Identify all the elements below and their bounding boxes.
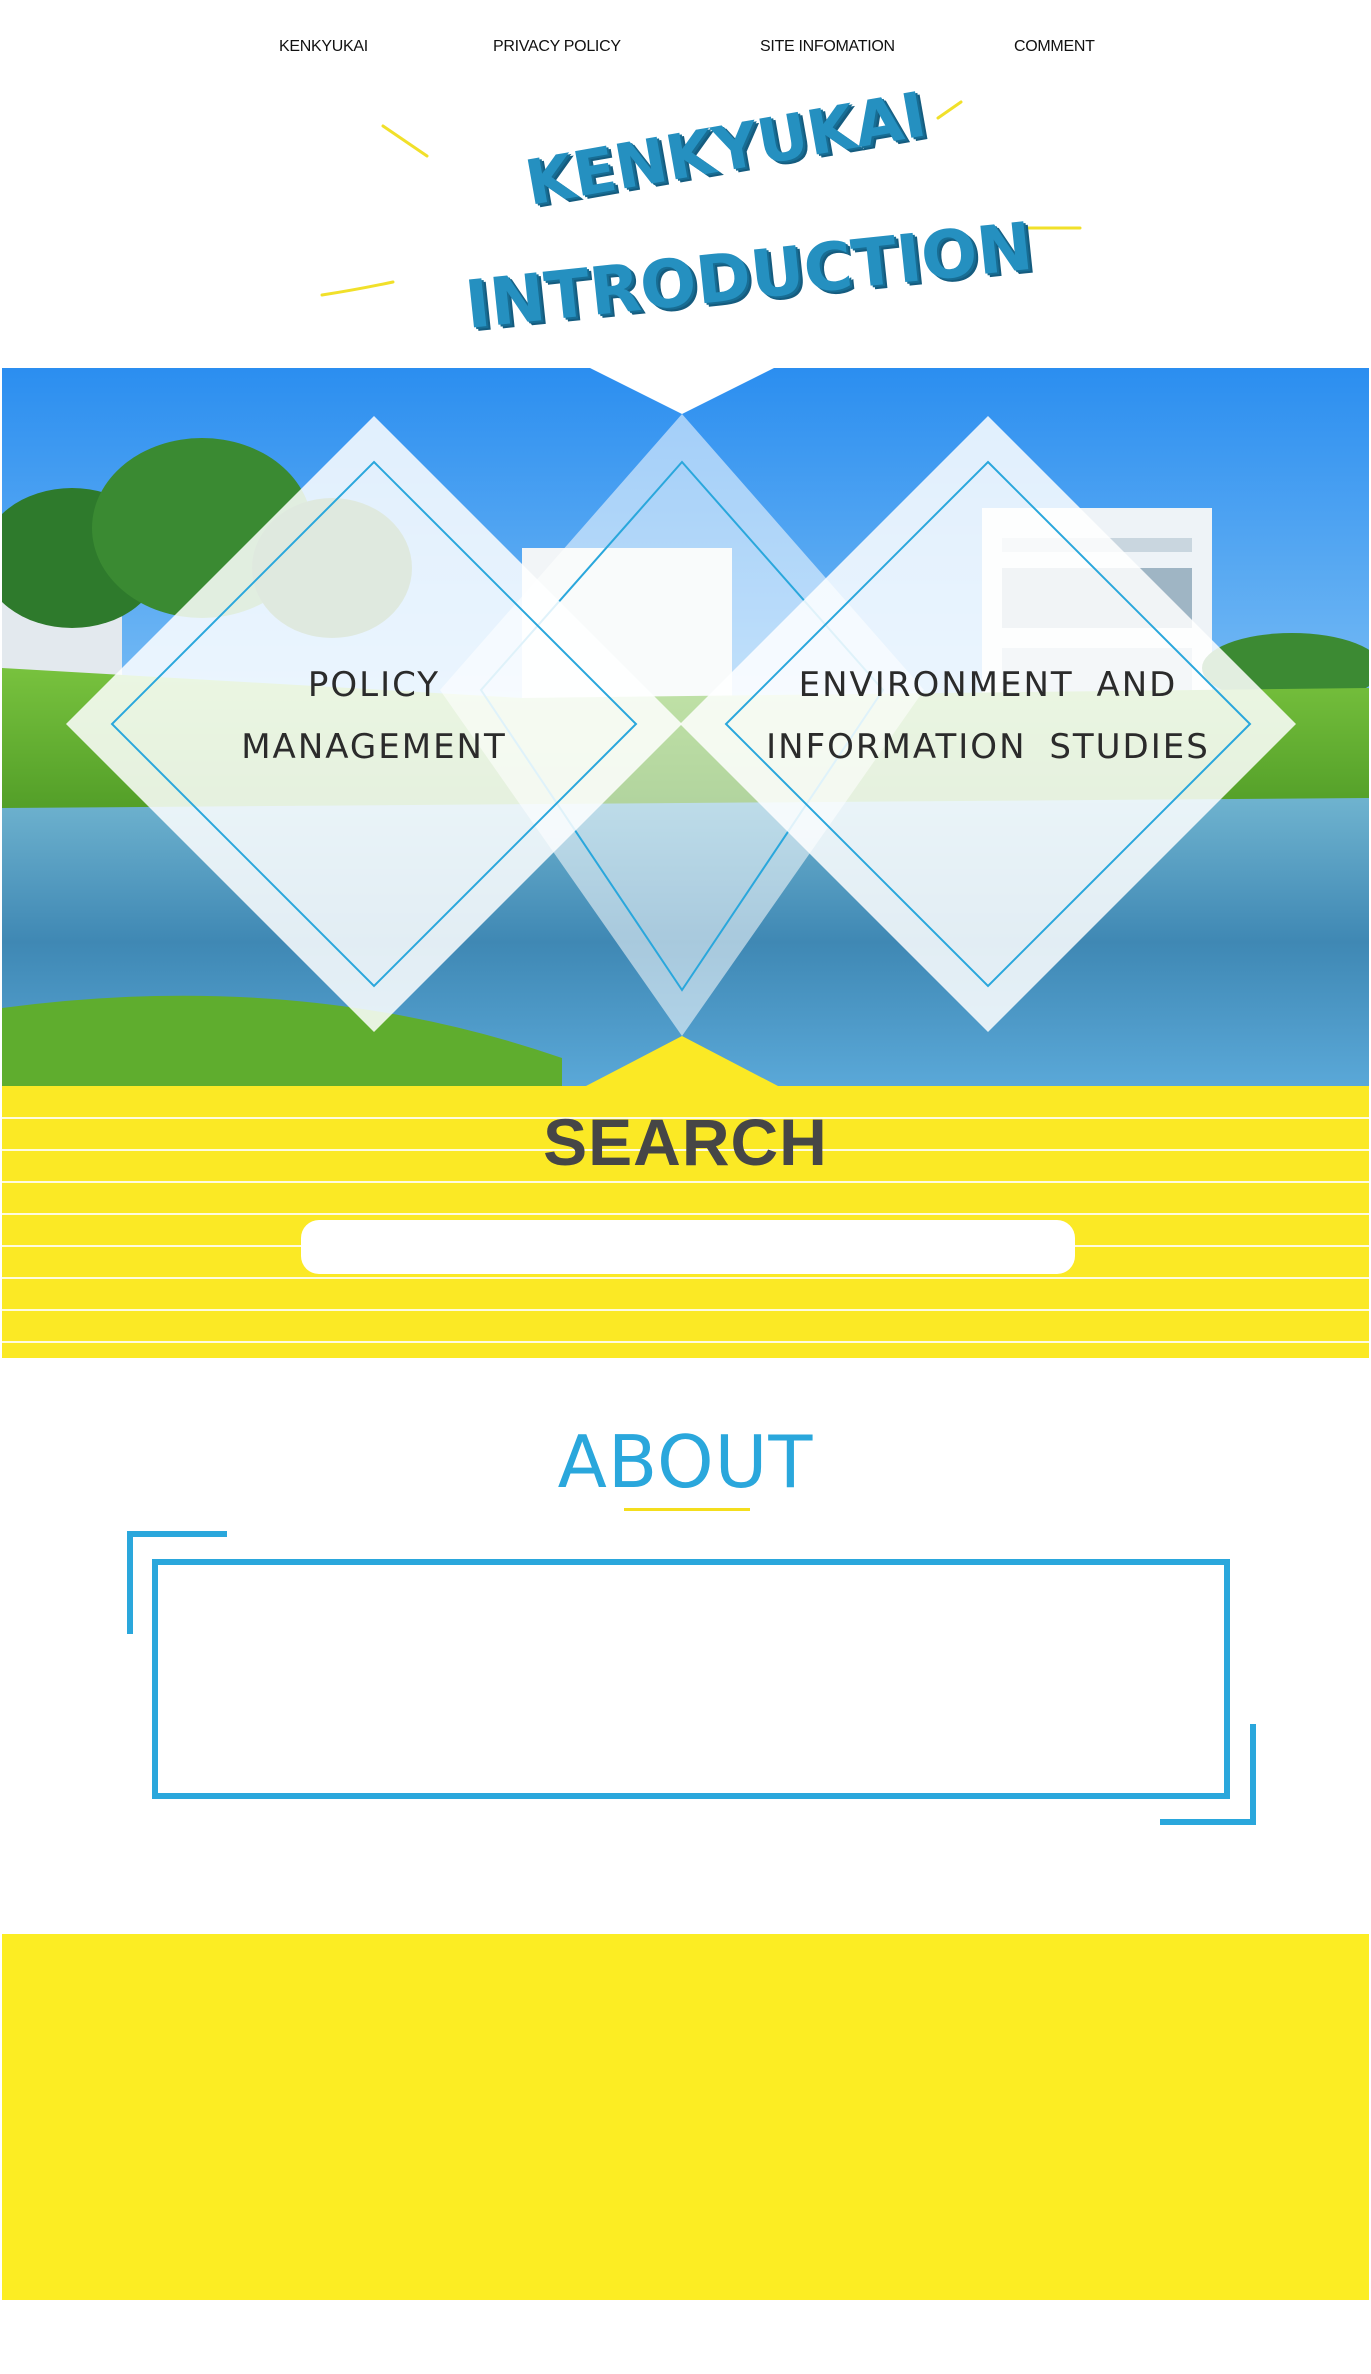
svg-text:KENKYUKAI: KENKYUKAI [520,78,931,220]
search-section: SEARCH [2,1086,1369,1358]
environment-information-line-1: ENVIRONMENT AND [798,665,1178,705]
search-input[interactable] [301,1220,1075,1274]
search-heading: SEARCH [543,1105,828,1179]
policy-management-line-1: POLICY [307,665,441,705]
policy-management-label[interactable]: POLICY MANAGEMENT [174,654,574,778]
nav-link-comment[interactable]: COMMENT [1014,38,1095,56]
about-underline [624,1508,750,1511]
environment-information-line-2: INFORMATION STUDIES [766,727,1210,767]
title-line-1: KENKYUKAI KENKYUKAI KENKYUKAI [520,78,936,223]
title-line-2: INTRODUCTION INTRODUCTION INTRODUCTION [462,208,1041,348]
nav-link-site-infomation[interactable]: SITE INFOMATION [760,38,895,56]
about-content-box [157,1562,1229,1792]
top-navigation: KENKYUKAI PRIVACY POLICY SITE INFOMATION… [0,0,1371,100]
svg-text:INTRODUCTION: INTRODUCTION [462,208,1036,344]
policy-management-line-2: MANAGEMENT [241,727,507,767]
hero-banner: POLICY MANAGEMENT ENVIRONMENT AND INFORM… [2,368,1369,1086]
nav-link-privacy-policy[interactable]: PRIVACY POLICY [493,38,621,56]
about-heading: ABOUT [557,1420,814,1504]
site-title: KENKYUKAI KENKYUKAI KENKYUKAI INTRODUCTI… [320,78,1082,348]
nav-link-kenkyukai[interactable]: KENKYUKAI [279,38,368,56]
environment-information-label[interactable]: ENVIRONMENT AND INFORMATION STUDIES [738,654,1238,778]
footer-band [2,1934,1369,2300]
